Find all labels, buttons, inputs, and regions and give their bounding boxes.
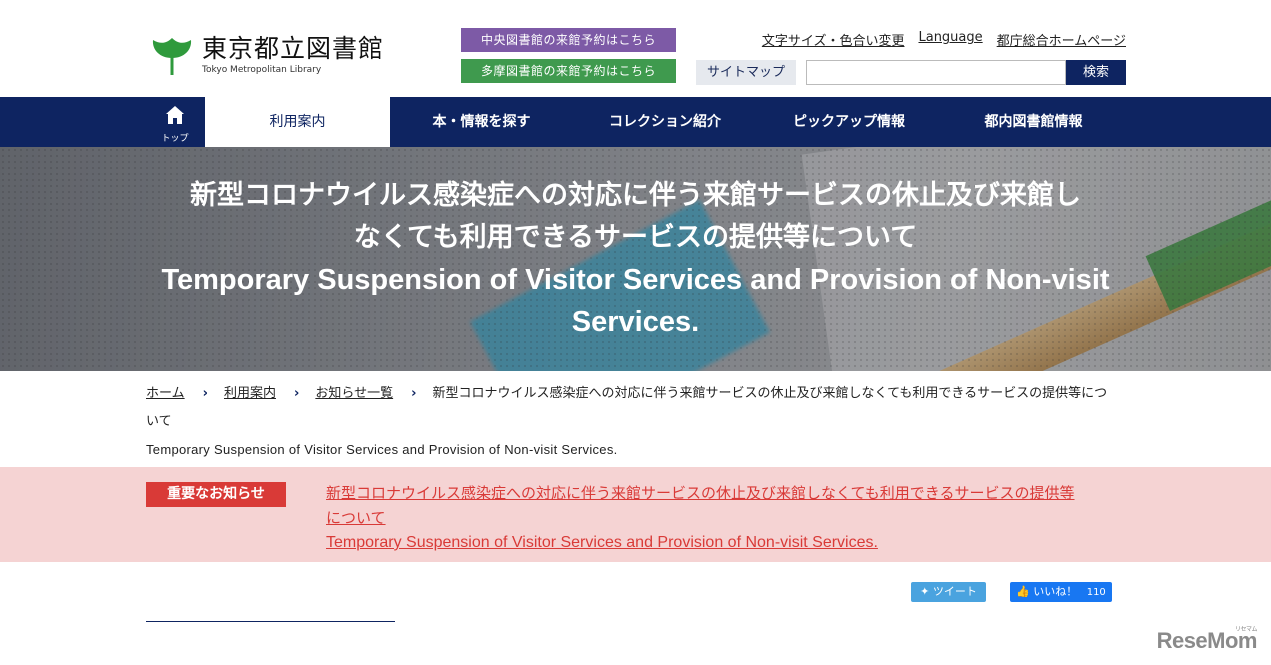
page-title-ja-1: 新型コロナウイルス感染症への対応に伴う来館サービスの休止及び来館し [190, 180, 1081, 211]
nav-item-tokyo-libraries[interactable]: 都内図書館情報 [941, 97, 1126, 147]
nav-home[interactable]: トップ [146, 97, 204, 147]
logo-title-ja: 東京都立図書館 [202, 34, 385, 63]
notice-link-ja-2: について [326, 508, 386, 527]
sitemap-button[interactable]: サイトマップ [696, 60, 796, 85]
breadcrumb-current-ja: 新型コロナウイルス感染症への対応に伴う来館サービスの休止及び来館しなくても利用で… [432, 386, 1108, 401]
chevron-right-icon: › [202, 386, 208, 401]
important-notice: 重要なお知らせ 新型コロナウイルス感染症への対応に伴う来館サービスの休止及び来館… [0, 467, 1271, 562]
page-title-ja-2: なくても利用できるサービスの提供等について [353, 222, 918, 253]
important-notice-link[interactable]: 新型コロナウイルス感染症への対応に伴う来館サービスの休止及び来館しなくても利用で… [326, 481, 1126, 556]
breadcrumb: ホーム › 利用案内 › お知らせ一覧 › 新型コロナウイルス感染症への対応に伴う来館サービ… [146, 380, 1126, 464]
utility-links: 文字サイズ・色合い変更 Language 都庁総合ホームページ [762, 30, 1126, 49]
global-nav: トップ 利用案内 本・情報を探す コレクション紹介 ピックアップ情報 都内図書館… [0, 97, 1271, 147]
notice-link-ja-1: 新型コロナウイルス感染症への対応に伴う来館サービスの休止及び来館しなくても利用で… [326, 484, 1075, 502]
page-title: 新型コロナウイルス感染症への対応に伴う来館サービスの休止及び来館し なくても利用… [0, 175, 1271, 343]
nav-home-label: トップ [161, 134, 189, 144]
chevron-right-icon: › [411, 386, 417, 401]
nav-item-collections[interactable]: コレクション紹介 [573, 97, 757, 147]
logo-title-en: Tokyo Metropolitan Library [202, 65, 322, 75]
nav-item-search-books[interactable]: 本・情報を探す [390, 97, 573, 147]
page-title-en-2: Services. [571, 306, 700, 338]
search-button[interactable]: 検索 [1066, 60, 1126, 85]
font-size-color-link[interactable]: 文字サイズ・色合い変更 [762, 30, 905, 49]
ginkgo-leaf-icon [152, 38, 192, 75]
nav-item-pickup[interactable]: ピックアップ情報 [757, 97, 941, 147]
metro-homepage-link[interactable]: 都庁総合ホームページ [997, 30, 1126, 49]
like-count: 110 [1086, 587, 1106, 598]
watermark-small: リセマム [1234, 627, 1258, 633]
important-notice-badge: 重要なお知らせ [146, 482, 286, 507]
facebook-like-button[interactable]: 👍 いいね！ 110 [1010, 582, 1112, 602]
tama-library-reservation-button[interactable]: 多摩図書館の来館予約はこちら [461, 59, 676, 83]
hero-banner: 新型コロナウイルス感染症への対応に伴う来館サービスの休止及び来館し なくても利用… [0, 147, 1271, 371]
resemom-watermark: ReseMom リセマム [1157, 627, 1258, 654]
breadcrumb-home[interactable]: ホーム [146, 386, 185, 401]
home-icon [166, 106, 184, 124]
section-divider [146, 621, 395, 622]
breadcrumb-current-en: Temporary Suspension of Visitor Services… [146, 442, 618, 457]
notice-link-en: Temporary Suspension of Visitor Services… [326, 534, 878, 551]
page-title-en-1: Temporary Suspension of Visitor Services… [161, 264, 1110, 296]
breadcrumb-current-ja-cont: いて [146, 414, 172, 429]
central-library-reservation-button[interactable]: 中央図書館の来館予約はこちら [461, 28, 676, 52]
search-input[interactable] [806, 60, 1066, 85]
breadcrumb-news-list[interactable]: お知らせ一覧 [315, 386, 393, 401]
language-link[interactable]: Language [918, 30, 982, 49]
twitter-bird-icon: ✦ [920, 585, 930, 598]
like-label: いいね！ [1033, 585, 1078, 598]
site-logo[interactable]: 東京都立図書館 Tokyo Metropolitan Library [150, 34, 384, 78]
tweet-button[interactable]: ✦ ツイート [911, 582, 986, 602]
site-header: 東京都立図書館 Tokyo Metropolitan Library 中央図書館… [0, 0, 1271, 97]
breadcrumb-guide[interactable]: 利用案内 [224, 386, 276, 401]
tweet-label: ツイート [932, 585, 977, 598]
chevron-right-icon: › [294, 386, 300, 401]
thumbs-up-icon: 👍 [1016, 585, 1030, 598]
nav-item-guide[interactable]: 利用案内 [205, 97, 390, 147]
